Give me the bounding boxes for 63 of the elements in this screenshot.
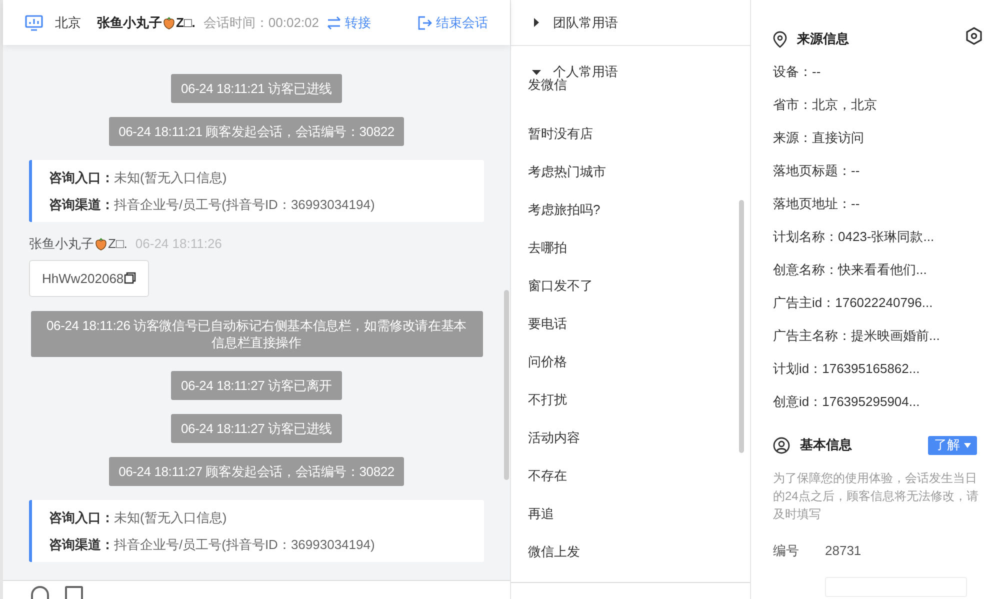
- peach-icon: [94, 236, 108, 251]
- sender-name-suffix: Z□.: [108, 235, 128, 253]
- system-message: 06-24 18:11:27 访客已离开: [170, 371, 342, 400]
- visitor-name: 张鱼小丸子: [97, 14, 162, 32]
- phrase-item[interactable]: 窗口发不了: [528, 267, 750, 305]
- city-text: 北京: [55, 14, 81, 32]
- info-field: 省市：北京，北京: [773, 97, 983, 130]
- info-field: 广告主名称：提米映画婚前...: [773, 328, 983, 361]
- system-message: 06-24 18:11:21 顾客发起会话，会话编号：30822: [108, 117, 404, 146]
- exit-icon: [418, 16, 432, 30]
- system-message: 06-24 18:11:21 访客已进线: [170, 74, 342, 103]
- info-line: 咨询入口：未知(暂无入口信息): [49, 509, 228, 526]
- info-field: 落地页地址：--: [773, 196, 983, 229]
- system-message: 06-24 18:11:27 访客已进线: [170, 414, 342, 443]
- info-field: 创意id：176395295904...: [773, 394, 983, 427]
- caret-right-icon: [532, 18, 541, 27]
- info-field: 计划名称：0423-张琳同款...: [773, 229, 983, 262]
- caret-down-icon: [532, 68, 541, 76]
- visitor-name-suffix: Z□.: [176, 14, 196, 32]
- info-line: 咨询入口：未知(暂无入口信息): [49, 169, 228, 186]
- phrase-item[interactable]: 要电话: [528, 305, 750, 343]
- phrase-group-header[interactable]: 团队常用语: [511, 0, 750, 46]
- location-pin-icon: [773, 30, 787, 48]
- message-text: HhWw202068: [42, 270, 124, 288]
- section-title: 基本信息: [800, 436, 852, 454]
- scrollbar[interactable]: [739, 200, 744, 453]
- phrase-item[interactable]: 去哪拍: [528, 229, 750, 267]
- phrase-item[interactable]: 暂时没有店: [528, 115, 750, 153]
- phrase-group-header[interactable]: 个人常用语: [511, 64, 750, 80]
- field-value: 28731: [825, 542, 862, 560]
- system-message: 06-24 18:11:27 顾客发起会话，会话编号：30822: [108, 457, 404, 486]
- user-circle-icon: [773, 436, 790, 454]
- phrase-item[interactable]: 微信上发: [528, 533, 750, 571]
- phrase-item[interactable]: 不存在: [528, 457, 750, 495]
- phrase-item[interactable]: 考虑旅拍吗?: [528, 191, 750, 229]
- scrollbar[interactable]: [504, 290, 509, 480]
- phrase-item[interactable]: 发微信: [528, 77, 750, 115]
- info-field: 计划id：176395165862...: [773, 361, 983, 394]
- monitor-icon: [25, 14, 43, 30]
- phrase-item[interactable]: 不打扰: [528, 381, 750, 419]
- section-title: 来源信息: [797, 30, 849, 48]
- caret-down-icon: [964, 442, 971, 448]
- phrase-item[interactable]: 再追: [528, 495, 750, 533]
- sender-name: 张鱼小丸子: [29, 235, 94, 253]
- message-time: 06-24 18:11:26: [135, 235, 222, 253]
- info-field: 广告主id：176022240796...: [773, 295, 983, 328]
- notice-text: 为了保障您的使用体验，会话发生当日的24点之后，顾客信息将无法修改，请及时填写: [773, 470, 980, 523]
- swap-icon: [327, 16, 342, 30]
- phrase-item[interactable]: 问价格: [528, 343, 750, 381]
- field-label: 编号: [773, 542, 799, 560]
- info-line: 咨询渠道：抖音企业号/员工号(抖音号ID：36993034194): [49, 196, 376, 213]
- info-field: 落地页标题：--: [773, 163, 983, 196]
- phrase-item[interactable]: 考虑热门城市: [528, 153, 750, 191]
- phrase-item[interactable]: 活动内容: [528, 419, 750, 457]
- info-field: 创意名称：快来看看他们...: [773, 262, 983, 295]
- info-line: 咨询渠道：抖音企业号/员工号(抖音号ID：36993034194): [49, 536, 376, 553]
- settings-icon[interactable]: [965, 27, 983, 45]
- info-field: 设备：--: [773, 64, 983, 97]
- session-duration: 会话时间：00:02:02: [203, 14, 320, 32]
- info-field: 来源：直接访问: [773, 130, 983, 163]
- peach-icon: [162, 16, 176, 30]
- copy-icon: [124, 272, 136, 284]
- system-message: 06-24 18:11:26 访客微信号已自动标记右侧基本信息栏，如需修改请在基本信息栏直接操作: [30, 311, 482, 357]
